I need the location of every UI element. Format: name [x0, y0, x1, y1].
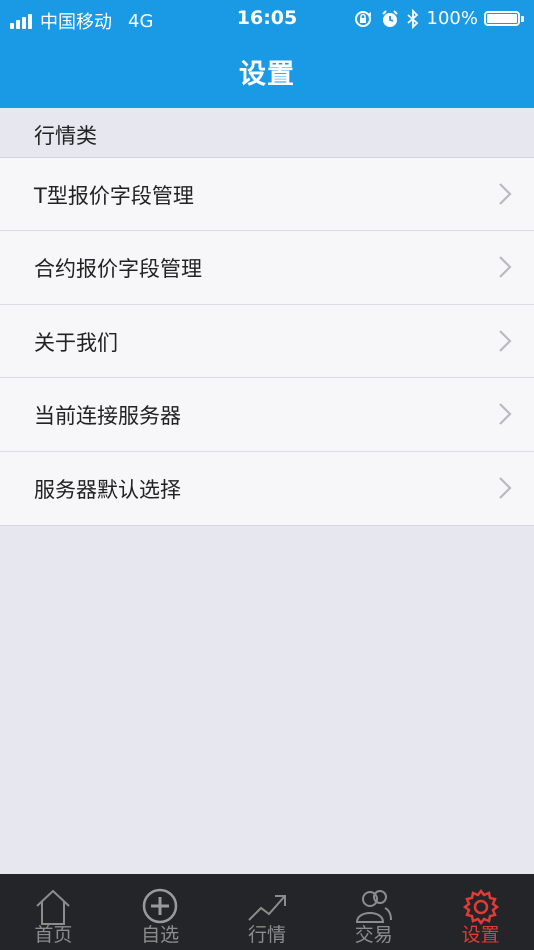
tab-label: 设置 [461, 924, 500, 946]
chevron-right-icon [498, 255, 512, 283]
settings-row-current-server[interactable]: 当前连接服务器 [0, 378, 534, 452]
rotation-lock-icon [353, 9, 373, 29]
chevron-right-icon [498, 329, 512, 357]
tab-watchlist[interactable]: 自选 [107, 874, 214, 950]
row-label: 服务器默认选择 [34, 477, 181, 502]
tab-label: 首页 [34, 924, 73, 946]
status-right: 100% [353, 8, 524, 29]
settings-list: T型报价字段管理 合约报价字段管理 关于我们 当前连接服务器 服务器默认选择 [0, 158, 534, 526]
chevron-right-icon [498, 476, 512, 504]
settings-row-about-us[interactable]: 关于我们 [0, 305, 534, 379]
tab-bar: 首页 自选 行情 交易 设置 [0, 874, 534, 950]
chevron-right-icon [498, 182, 512, 210]
settings-row-contract-quote-fields[interactable]: 合约报价字段管理 [0, 231, 534, 305]
row-label: 当前连接服务器 [34, 404, 181, 429]
section-header: 行情类 [0, 108, 534, 158]
status-bar: 中国移动 4G 16:05 100% [0, 0, 534, 38]
battery-icon [484, 11, 524, 26]
settings-row-t-quote-fields[interactable]: T型报价字段管理 [0, 158, 534, 232]
tab-home[interactable]: 首页 [0, 874, 107, 950]
chevron-right-icon [498, 402, 512, 430]
tab-market[interactable]: 行情 [214, 874, 321, 950]
alarm-icon [381, 9, 399, 29]
tab-label: 交易 [354, 924, 393, 946]
header: 中国移动 4G 16:05 100% 设置 [0, 0, 534, 108]
bluetooth-icon [406, 8, 419, 29]
battery-percent: 100% [426, 8, 478, 29]
row-label: 关于我们 [34, 330, 118, 355]
section-title: 行情类 [34, 124, 97, 148]
page-title: 设置 [239, 59, 295, 90]
settings-row-default-server[interactable]: 服务器默认选择 [0, 452, 534, 525]
tab-label: 行情 [247, 924, 286, 946]
tab-settings[interactable]: 设置 [427, 874, 534, 950]
tab-trade[interactable]: 交易 [320, 874, 427, 950]
row-label: 合约报价字段管理 [34, 257, 202, 282]
row-label: T型报价字段管理 [34, 184, 194, 208]
tab-label: 自选 [141, 924, 180, 946]
